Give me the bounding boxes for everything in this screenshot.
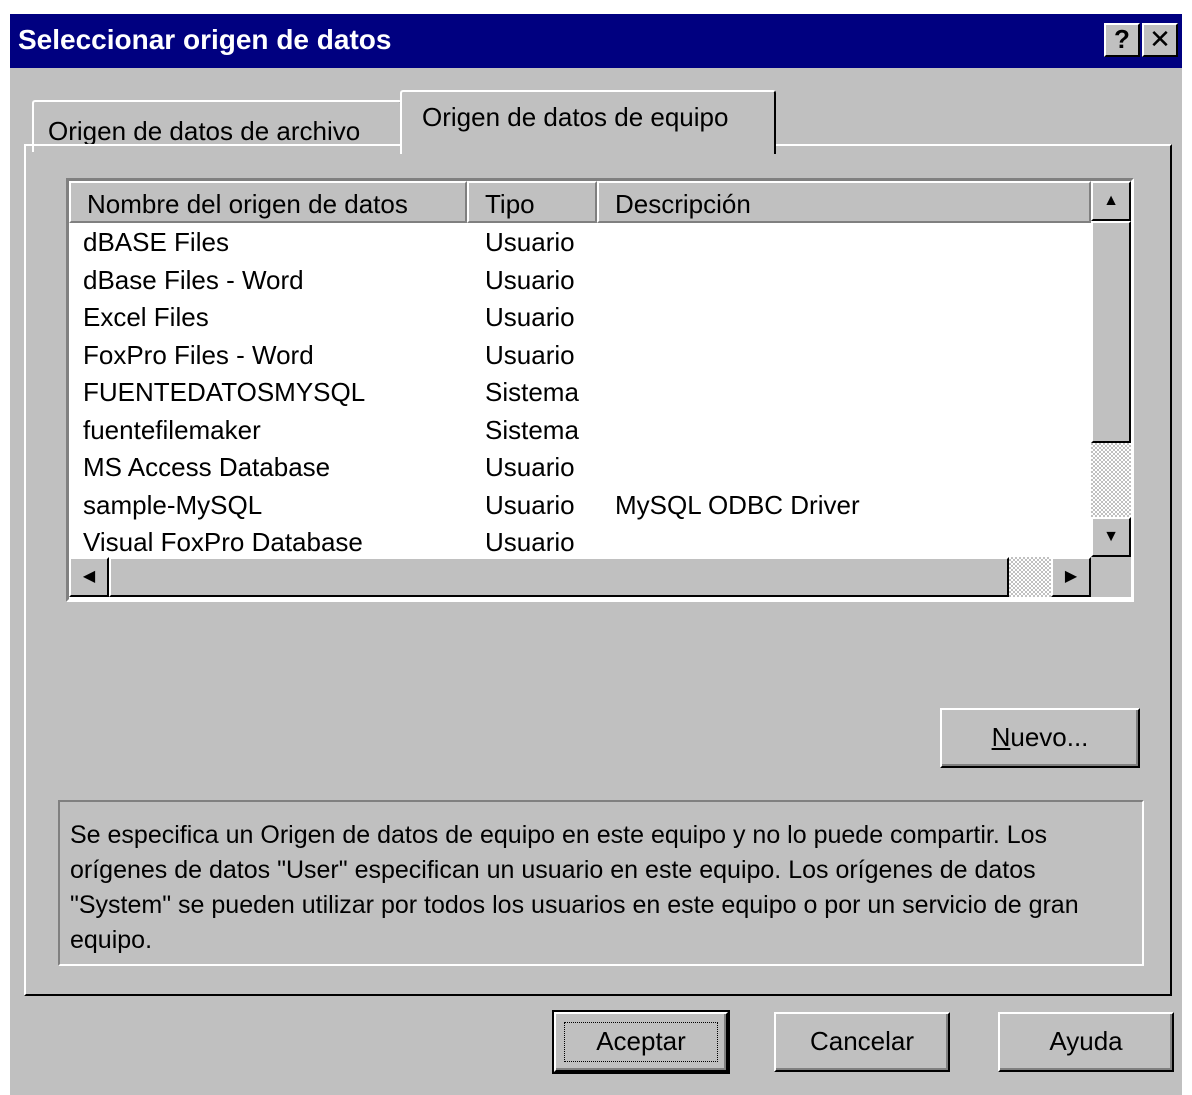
cell-type: Usuario	[485, 227, 575, 257]
vertical-scrollbar[interactable]: ▲ ▼	[1091, 181, 1131, 557]
cell-type: Usuario	[485, 527, 575, 557]
list-item[interactable]: sample-MySQL Usuario MySQL ODBC Driver	[69, 488, 1089, 526]
list-item[interactable]: FoxPro Files - Word Usuario	[69, 338, 1089, 376]
horizontal-scrollbar[interactable]: ◀ ▶	[69, 557, 1091, 597]
cell-name: fuentefilemaker	[83, 414, 261, 445]
horizontal-scroll-thumb[interactable]	[109, 557, 1009, 597]
cell-name: MS Access Database	[83, 452, 331, 482]
close-icon: ✕	[1149, 24, 1171, 54]
help-dialog-button[interactable]: Ayuda	[998, 1012, 1174, 1072]
list-header: Nombre del origen de datos Tipo Descripc…	[69, 181, 1091, 223]
vertical-scroll-thumb[interactable]	[1091, 221, 1131, 443]
cell-type: Sistema	[485, 414, 579, 445]
close-button[interactable]: ✕	[1142, 23, 1178, 57]
list-rows: dBASE Files Usuario dBase Files - Word U…	[69, 225, 1089, 563]
select-data-source-dialog: Seleccionar origen de datos ? ✕ Origen d…	[10, 14, 1182, 1095]
arrow-down-icon: ▼	[1103, 528, 1119, 545]
scroll-right-button[interactable]: ▶	[1051, 557, 1091, 597]
cell-type: Usuario	[485, 489, 575, 520]
tab-machine-data-source[interactable]: Origen de datos de equipo	[400, 90, 776, 154]
cell-name: dBase Files - Word	[83, 264, 304, 295]
column-header-type[interactable]: Tipo	[467, 181, 597, 223]
arrow-right-icon: ▶	[1064, 568, 1078, 585]
cell-name: Excel Files	[83, 302, 209, 332]
list-item[interactable]: dBase Files - Word Usuario	[69, 263, 1089, 301]
list-item[interactable]: dBASE Files Usuario	[69, 225, 1089, 263]
ok-button-label: Aceptar	[596, 1026, 686, 1056]
data-source-list[interactable]: Nombre del origen de datos Tipo Descripc…	[66, 178, 1134, 602]
new-button[interactable]: Nuevo...	[940, 708, 1140, 768]
arrow-up-icon: ▲	[1103, 192, 1119, 209]
cell-name: FoxPro Files - Word	[83, 339, 314, 370]
arrow-left-icon: ◀	[82, 568, 96, 585]
column-header-name[interactable]: Nombre del origen de datos	[69, 181, 467, 223]
new-button-mnemonic: N	[991, 722, 1011, 752]
cell-type: Usuario	[485, 339, 575, 370]
description-text: Se especifica un Origen de datos de equi…	[58, 800, 1144, 966]
cell-description: MySQL ODBC Driver	[615, 489, 860, 520]
cancel-button[interactable]: Cancelar	[774, 1012, 950, 1072]
cell-name: sample-MySQL	[83, 489, 263, 520]
title-bar[interactable]: Seleccionar origen de datos ? ✕	[10, 14, 1182, 68]
scroll-up-button[interactable]: ▲	[1091, 181, 1131, 221]
list-item[interactable]: Excel Files Usuario	[69, 300, 1089, 338]
cell-type: Sistema	[485, 377, 579, 407]
cell-name: FUENTEDATOSMYSQL	[83, 377, 366, 407]
help-button[interactable]: ?	[1104, 23, 1140, 57]
cell-type: Usuario	[485, 264, 575, 295]
cell-name: Visual FoxPro Database	[83, 527, 363, 557]
cell-name: dBASE Files	[83, 227, 229, 257]
list-item[interactable]: MS Access Database Usuario	[69, 450, 1089, 488]
scrollbar-corner	[1091, 557, 1131, 597]
ok-button[interactable]: Aceptar	[552, 1010, 730, 1074]
list-item[interactable]: fuentefilemaker Sistema	[69, 413, 1089, 451]
new-button-label: uevo...	[1010, 722, 1089, 752]
cell-type: Usuario	[485, 302, 575, 332]
column-header-description[interactable]: Descripción	[597, 181, 1091, 223]
list-item[interactable]: FUENTEDATOSMYSQL Sistema	[69, 375, 1089, 413]
window-title: Seleccionar origen de datos	[18, 24, 392, 55]
cell-type: Usuario	[485, 452, 575, 482]
scroll-down-button[interactable]: ▼	[1091, 517, 1131, 557]
scroll-left-button[interactable]: ◀	[69, 557, 109, 597]
